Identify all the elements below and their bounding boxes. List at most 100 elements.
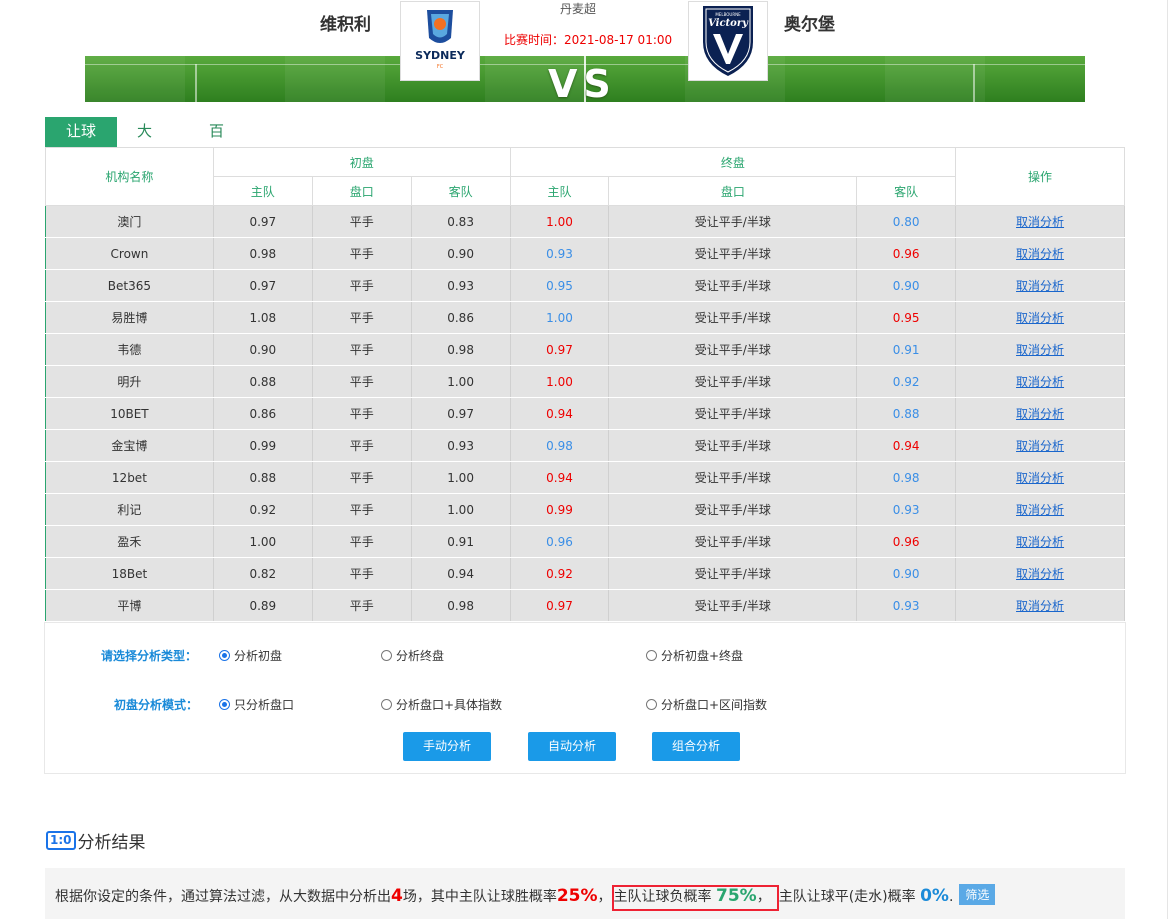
initial-home-odds: 1.08 [213,301,313,334]
table-row: 盈禾 1.00 平手 0.91 0.96 受让平手/半球 0.96 取消分析 [45,525,1125,558]
type-option-both[interactable]: 分析初盘+终盘 [646,647,743,664]
header-initial: 初盘 [212,147,511,177]
action-cell: 取消分析 [955,397,1125,430]
initial-away-odds: 1.00 [411,493,511,526]
final-away-odds: 0.96 [856,525,957,558]
final-home-odds: 0.98 [510,429,610,462]
company-name: Bet365 [45,269,214,302]
cancel-analysis-link[interactable]: 取消分析 [1016,279,1064,293]
result-win-label: 场，其中主队让球胜概率 [402,889,557,905]
initial-handicap-line: 平手 [312,269,412,302]
type-option-final[interactable]: 分析终盘 [381,647,444,664]
final-handicap-line: 受让平手/半球 [608,429,858,462]
final-handicap-line: 受让平手/半球 [608,557,858,590]
header-final: 终盘 [509,147,957,177]
initial-home-odds: 1.00 [213,525,313,558]
final-home-odds: 0.94 [510,397,610,430]
radio-type-initial[interactable] [219,650,230,661]
manual-analysis-button[interactable]: 手动分析 [403,732,491,761]
vs-label: VS [548,62,617,106]
action-cell: 取消分析 [955,205,1125,238]
analysis-options-panel: 请选择分析类型： 分析初盘 分析终盘 分析初盘+终盘 初盘分析模式： 只分析盘口… [44,622,1126,774]
initial-home-odds: 0.97 [213,205,313,238]
header-final-home: 主队 [509,176,610,206]
initial-handicap-line: 平手 [312,525,412,558]
final-home-odds: 0.97 [510,589,610,622]
initial-home-odds: 0.89 [213,589,313,622]
initial-home-odds: 0.86 [213,397,313,430]
action-cell: 取消分析 [955,429,1125,462]
radio-type-both[interactable] [646,650,657,661]
cancel-analysis-link[interactable]: 取消分析 [1016,311,1064,325]
header-final-line: 盘口 [608,176,858,206]
result-period: . [948,889,954,905]
initial-away-odds: 1.00 [411,365,511,398]
company-name: 利记 [45,493,214,526]
away-team-name: 奥尔堡 [784,15,835,35]
result-heading: 1:0 分析结果 [46,828,146,853]
cancel-analysis-link[interactable]: 取消分析 [1016,343,1064,357]
company-name: 韦德 [45,333,214,366]
table-row: Bet365 0.97 平手 0.93 0.95 受让平手/半球 0.90 取消分析 [45,269,1125,302]
tab-over-under[interactable]: 大小 [137,117,152,168]
final-home-odds: 1.00 [510,301,610,334]
table-row: Crown 0.98 平手 0.90 0.93 受让平手/半球 0.96 取消分析 [45,237,1125,270]
cancel-analysis-link[interactable]: 取消分析 [1016,471,1064,485]
final-home-odds: 0.92 [510,557,610,590]
initial-away-odds: 0.93 [411,429,511,462]
final-away-odds: 0.90 [856,557,957,590]
mode-option-line-range[interactable]: 分析盘口+区间指数 [646,696,767,713]
final-handicap-line: 受让平手/半球 [608,237,858,270]
initial-away-odds: 0.98 [411,333,511,366]
radio-mode-line-only[interactable] [219,699,230,710]
cancel-analysis-link[interactable]: 取消分析 [1016,375,1064,389]
cancel-analysis-link[interactable]: 取消分析 [1016,503,1064,517]
radio-type-final[interactable] [381,650,392,661]
mode-option-line-only[interactable]: 只分析盘口 [219,696,294,713]
initial-away-odds: 0.94 [411,557,511,590]
initial-home-odds: 0.97 [213,269,313,302]
table-row: 韦德 0.90 平手 0.98 0.97 受让平手/半球 0.91 取消分析 [45,333,1125,366]
header-initial-line: 盘口 [311,176,412,206]
radio-mode-line-exact[interactable] [381,699,392,710]
final-home-odds: 1.00 [510,365,610,398]
action-cell: 取消分析 [955,557,1125,590]
analysis-type-label: 请选择分析类型： [101,649,198,663]
action-cell: 取消分析 [955,333,1125,366]
cancel-analysis-link[interactable]: 取消分析 [1016,215,1064,229]
table-row: 利记 0.92 平手 1.00 0.99 受让平手/半球 0.93 取消分析 [45,493,1125,526]
final-handicap-line: 受让平手/半球 [608,205,858,238]
tab-baidu-scout[interactable]: 百度探球者 [209,117,224,252]
final-handicap-line: 受让平手/半球 [608,269,858,302]
type-option-initial[interactable]: 分析初盘 [219,647,282,664]
final-away-odds: 0.91 [856,333,957,366]
result-draw-label: 主队让球平(走水)概率 [778,889,916,905]
svg-text:MELBOURNE: MELBOURNE [715,12,741,17]
initial-home-odds: 0.88 [213,365,313,398]
header-initial-home: 主队 [212,176,313,206]
initial-away-odds: 0.93 [411,269,511,302]
cancel-analysis-link[interactable]: 取消分析 [1016,599,1064,613]
final-home-odds: 0.97 [510,333,610,366]
initial-away-odds: 0.97 [411,397,511,430]
filter-button[interactable]: 筛选 [959,884,996,905]
initial-handicap-line: 平手 [312,557,412,590]
mode-option-line-exact[interactable]: 分析盘口+具体指数 [381,696,502,713]
cancel-analysis-link[interactable]: 取消分析 [1016,439,1064,453]
cancel-analysis-link[interactable]: 取消分析 [1016,535,1064,549]
cancel-analysis-link[interactable]: 取消分析 [1016,567,1064,581]
table-row: 金宝博 0.99 平手 0.93 0.98 受让平手/半球 0.94 取消分析 [45,429,1125,462]
combo-analysis-button[interactable]: 组合分析 [652,732,740,761]
final-handicap-line: 受让平手/半球 [608,589,858,622]
cancel-analysis-link[interactable]: 取消分析 [1016,247,1064,261]
cancel-analysis-link[interactable]: 取消分析 [1016,407,1064,421]
company-name: 12bet [45,461,214,494]
final-away-odds: 0.80 [856,205,957,238]
auto-analysis-button[interactable]: 自动分析 [528,732,616,761]
tab-handicap[interactable]: 让球 [45,117,117,147]
radio-mode-line-range[interactable] [646,699,657,710]
away-team-logo: MELBOURNE Victory [688,1,768,81]
final-handicap-line: 受让平手/半球 [608,333,858,366]
analysis-mode-label: 初盘分析模式： [114,698,199,712]
result-lose-label: 主队让球负概率 [613,889,712,905]
